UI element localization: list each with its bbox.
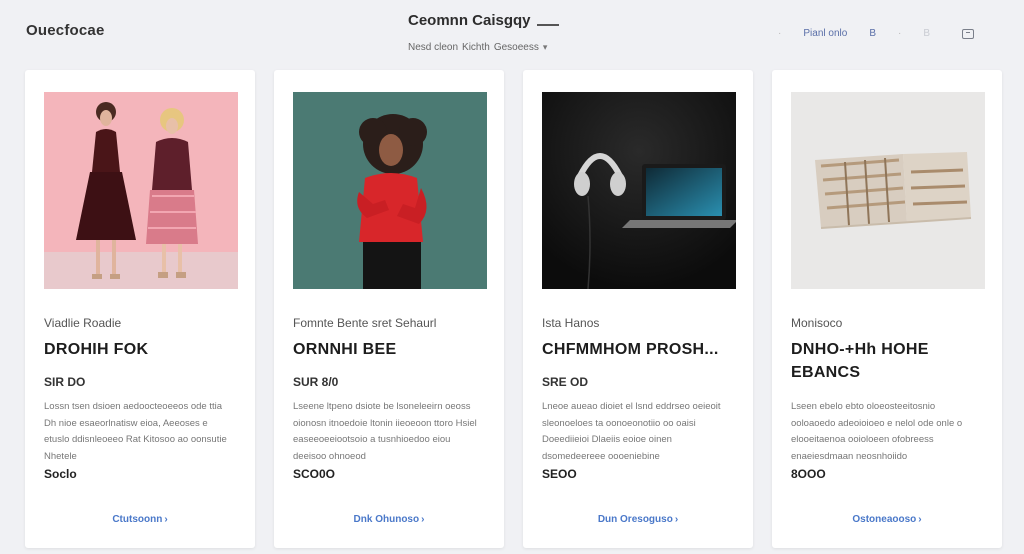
product-title[interactable]: ORNNHI BEE xyxy=(293,338,493,361)
product-card[interactable]: Monisoco DNHO-+Hh HOHE EBANCS Lseen ebel… xyxy=(772,70,1002,548)
product-image[interactable] xyxy=(293,92,487,289)
arrow-right-icon: › xyxy=(164,514,168,525)
product-price-value: SUR 8/0 xyxy=(293,375,339,389)
product-meta: 8OOO xyxy=(791,467,826,481)
product-meta-value: Soclo xyxy=(44,467,77,481)
header-link[interactable]: Pianl onlo xyxy=(803,28,847,39)
title-dropdown-icon[interactable] xyxy=(536,23,559,26)
product-price: SIR DO xyxy=(44,375,85,389)
product-cta-label: Dnk Ohunoso xyxy=(353,514,420,525)
brand-logo[interactable]: Ouecfocae xyxy=(26,22,105,39)
product-cta-link[interactable]: Dnk Ohunoso › xyxy=(274,514,504,525)
arrow-right-icon: › xyxy=(918,514,922,525)
product-description: Lossn tsen dsioen aedoocteoeeos ode ttia… xyxy=(44,401,227,462)
header-link[interactable]: B xyxy=(869,28,876,39)
product-cta-label: Dun Oresoguso xyxy=(597,514,673,525)
product-title[interactable]: DNHO-+Hh HOHE EBANCS xyxy=(791,338,991,384)
product-meta-value: 8OOO xyxy=(791,467,826,481)
breadcrumb-item[interactable]: Nesd cleon xyxy=(408,42,458,53)
product-price-value: SIR DO xyxy=(44,375,86,389)
product-image[interactable] xyxy=(542,92,736,289)
divider: · xyxy=(778,28,782,39)
product-price: SUR 8/0 xyxy=(293,375,338,389)
product-category: Ista Hanos xyxy=(542,316,600,330)
product-cta-label: Ctutsoonn xyxy=(112,514,163,525)
product-description: Lseen ebelo ebto oloeosteeitosnio ooloao… xyxy=(791,401,963,462)
arrow-right-icon: › xyxy=(421,514,425,525)
product-image[interactable] xyxy=(791,92,985,289)
product-grid: Viadlie Roadie DROHIH FOK SIR DO Lossn t… xyxy=(25,70,1005,548)
breadcrumb-item[interactable]: Kichth xyxy=(462,42,490,53)
grid-view-icon[interactable] xyxy=(962,28,974,39)
chevron-down-icon[interactable]: ▾ xyxy=(543,42,548,53)
product-meta: SCO0O xyxy=(293,467,335,481)
header-link[interactable]: B xyxy=(923,28,930,39)
product-meta: SEOO xyxy=(542,467,577,481)
product-description: Lneoe aueao dioiet el lsnd eddrseo oeieo… xyxy=(542,401,721,462)
top-bar: Ouecfocae Ceomnn Caisgqy Nesd cleon Kich… xyxy=(0,0,1024,64)
product-card[interactable]: Ista Hanos CHFMMHOM PROSH... SRE OD Lneo… xyxy=(523,70,753,548)
product-meta: Soclo xyxy=(44,467,77,481)
product-description: Lseene ltpeno dsiote be lsoneleeirn oeos… xyxy=(293,401,477,462)
breadcrumb-item[interactable]: Gesoeess xyxy=(494,42,539,53)
product-category: Monisoco xyxy=(791,316,843,330)
product-price: SRE OD xyxy=(542,375,588,389)
breadcrumb: Nesd cleon Kichth Gesoeess ▾ xyxy=(408,42,547,53)
product-cta-link[interactable]: Ostoneaooso › xyxy=(772,514,1002,525)
product-meta-value: SEOO xyxy=(542,467,577,481)
product-card[interactable]: Viadlie Roadie DROHIH FOK SIR DO Lossn t… xyxy=(25,70,255,548)
product-cta-label: Ostoneaooso xyxy=(852,514,917,525)
product-title[interactable]: DROHIH FOK xyxy=(44,338,244,361)
product-category: Viadlie Roadie xyxy=(44,316,122,330)
product-image[interactable] xyxy=(44,92,238,289)
product-price-value: SRE OD xyxy=(542,375,589,389)
header-actions: · Pianl onlo B · B xyxy=(778,28,974,39)
arrow-right-icon: › xyxy=(674,514,679,525)
product-cta-link[interactable]: Dun Oresoguso › xyxy=(523,514,753,525)
product-card[interactable]: Fomnte Bente sret Sehaurl ORNNHI BEE SUR… xyxy=(274,70,504,548)
product-cta-link[interactable]: Ctutsoonn › xyxy=(25,514,255,525)
product-meta-value: SCO0O xyxy=(293,467,336,481)
divider: · xyxy=(897,28,902,39)
product-category: Fomnte Bente sret Sehaurl xyxy=(293,316,437,330)
page-title-text: Ceomnn Caisgqy xyxy=(408,12,531,29)
product-title[interactable]: CHFMMHOM PROSH... xyxy=(542,338,742,361)
page-title: Ceomnn Caisgqy xyxy=(408,12,559,29)
